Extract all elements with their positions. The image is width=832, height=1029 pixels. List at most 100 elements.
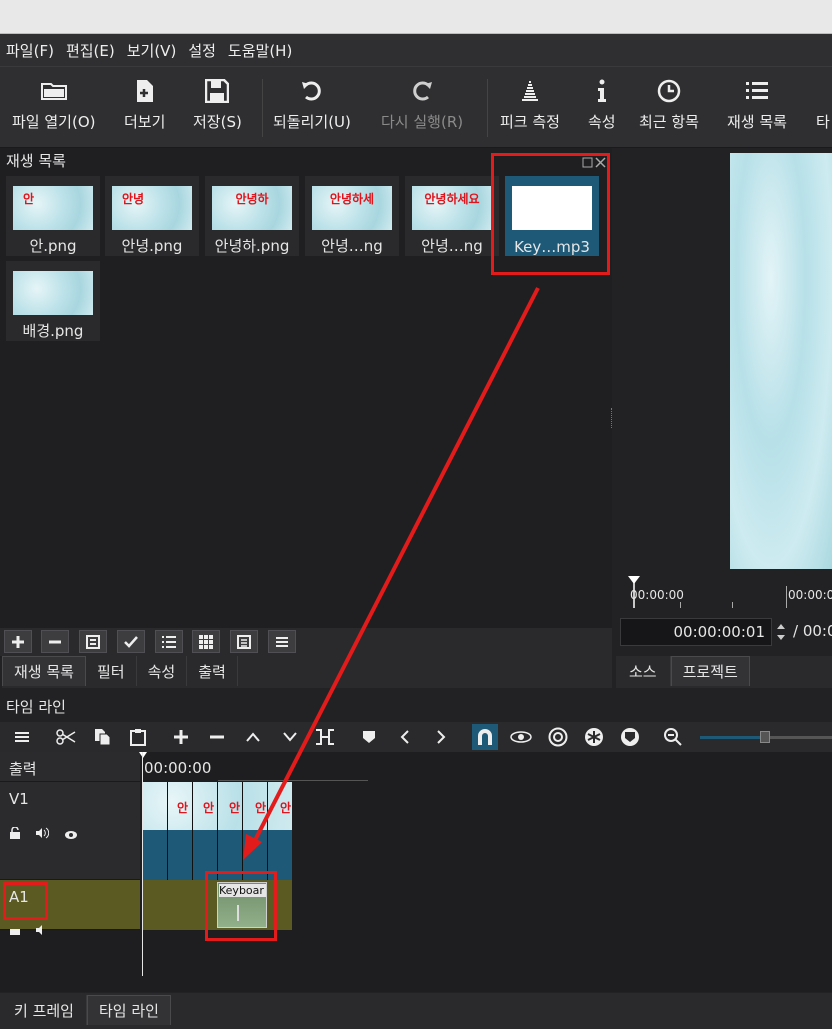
folder-icon	[40, 75, 67, 107]
menu-icon[interactable]	[268, 630, 296, 653]
timeline-menu-icon[interactable]	[11, 726, 33, 748]
zoom-slider-handle[interactable]	[760, 731, 770, 743]
save-button[interactable]: 저장(S)	[193, 75, 242, 132]
open-file-button[interactable]: 파일 열기(O)	[12, 75, 95, 132]
mute-icon[interactable]	[35, 824, 50, 843]
window-titlebar	[0, 0, 832, 34]
annotation-box-audio-clip	[205, 871, 277, 941]
playlist-item[interactable]: 안녕하세요 안녕…ng	[405, 176, 499, 256]
menu-bar: 파일(F) 편집(E) 보기(V) 설정 도움말(H)	[0, 34, 832, 66]
add-button[interactable]	[4, 630, 32, 653]
truncated-toolbar-button[interactable]: 타	[816, 75, 830, 132]
tab-filters[interactable]: 필터	[86, 656, 137, 686]
list-icon	[745, 75, 768, 107]
playlist-item[interactable]: 안녕 안녕.png	[105, 176, 199, 256]
playlist-button[interactable]: 재생 목록	[727, 75, 787, 132]
ruler-next-time: 00:00:0	[788, 588, 832, 602]
snap-magnet-icon[interactable]	[472, 724, 498, 750]
undo-icon	[301, 75, 323, 107]
viewer-ruler[interactable]: 00:00:00 00:00:0	[620, 576, 832, 608]
timeline-ruler[interactable]: 00:00:00	[139, 752, 832, 782]
zoom-slider[interactable]	[700, 731, 832, 743]
zoom-out-icon[interactable]	[662, 726, 684, 748]
timeline-title: 타임 라인	[6, 698, 66, 716]
split-icon[interactable]	[314, 726, 336, 748]
playlist-toolbar	[0, 628, 612, 656]
annotation-box-a1	[3, 882, 48, 920]
more-button[interactable]: 더보기	[124, 75, 165, 132]
menu-view[interactable]: 보기(V)	[127, 40, 177, 61]
video-clips[interactable]: 안 안 안 안 안	[142, 782, 292, 880]
menu-edit[interactable]: 편집(E)	[66, 40, 115, 61]
playlist-item[interactable]: 안녕하세 안녕…ng	[305, 176, 399, 256]
redo-button[interactable]: 다시 실행(R)	[381, 75, 463, 132]
playhead[interactable]	[142, 752, 143, 976]
overwrite-icon[interactable]	[279, 726, 301, 748]
clock-icon	[657, 75, 681, 107]
preview-image	[730, 153, 832, 569]
timeline-toolbar	[0, 722, 832, 752]
properties-button[interactable]: 속성	[588, 75, 616, 132]
next-marker-icon[interactable]	[430, 726, 452, 748]
ruler-start-time: 00:00:00	[630, 588, 684, 602]
thumbnail: 안녕하세	[312, 186, 392, 230]
cut-icon[interactable]	[55, 726, 77, 748]
meter-icon	[520, 75, 540, 107]
v1-track-header[interactable]: V1	[0, 782, 140, 880]
v1-track: 안 안 안 안 안	[142, 782, 832, 880]
previous-marker-icon[interactable]	[394, 726, 416, 748]
timecode-stepper[interactable]	[774, 620, 788, 644]
bottom-tabs: 키 프레임 타임 라인	[0, 993, 832, 1029]
ripple-all-icon[interactable]	[583, 726, 605, 748]
playlist-title: 재생 목록	[6, 152, 66, 170]
annotation-box-playlist-item	[491, 153, 610, 275]
timecode-field[interactable]: 00:00:00:01	[620, 618, 772, 646]
playlist-item[interactable]: 안 안.png	[6, 176, 100, 256]
remove-button[interactable]	[41, 630, 69, 653]
tab-project[interactable]: 프로젝트	[670, 656, 750, 686]
redo-icon	[411, 75, 433, 107]
menu-file[interactable]: 파일(F)	[6, 40, 54, 61]
tab-playlist[interactable]: 재생 목록	[2, 656, 86, 686]
thumbnail: 안	[13, 186, 93, 230]
lift-icon[interactable]	[242, 726, 264, 748]
eye-icon[interactable]	[64, 825, 78, 844]
details-view-icon[interactable]	[155, 630, 183, 653]
append-icon[interactable]	[170, 726, 192, 748]
save-icon	[205, 75, 230, 107]
add-file-icon	[134, 75, 156, 107]
mute-icon[interactable]	[35, 920, 49, 939]
check-icon[interactable]	[117, 630, 145, 653]
ripple-icon[interactable]	[547, 726, 569, 748]
paste-icon[interactable]	[127, 726, 149, 748]
tab-source[interactable]: 소스	[616, 656, 671, 686]
recent-button[interactable]: 최근 항목	[639, 75, 699, 132]
lock-icon[interactable]	[9, 920, 21, 939]
tiles-view-icon[interactable]	[230, 630, 258, 653]
remove-clip-icon[interactable]	[206, 726, 228, 748]
viewer-tabs: 소스 프로젝트	[616, 656, 832, 688]
timeline-area: 출력 V1 A1 00:00:00 안 안 안 안 안 Keyboar	[0, 752, 832, 992]
playlist-item[interactable]: 배경.png	[6, 261, 100, 341]
playlist-item[interactable]: 안녕하 안녕하.png	[205, 176, 299, 256]
lock-icon[interactable]	[9, 824, 21, 843]
menu-settings[interactable]: 설정	[188, 40, 216, 61]
marker-icon[interactable]	[358, 726, 380, 748]
thumbnail: 안녕	[112, 186, 192, 230]
thumbnail	[13, 271, 93, 315]
menu-help[interactable]: 도움말(H)	[228, 40, 292, 61]
tab-timeline[interactable]: 타임 라인	[86, 995, 171, 1025]
toolbar-separator	[487, 79, 488, 137]
duration-label: / 00:0	[793, 622, 832, 640]
tab-properties[interactable]: 속성	[137, 656, 188, 686]
tab-keyframes[interactable]: 키 프레임	[2, 995, 87, 1025]
ripple-markers-icon[interactable]	[619, 726, 641, 748]
scrub-eye-icon[interactable]	[510, 726, 532, 748]
output-track-header: 출력	[0, 752, 140, 782]
copy-icon[interactable]	[91, 726, 113, 748]
peak-meter-button[interactable]: 피크 측정	[500, 75, 560, 132]
tab-export[interactable]: 출력	[187, 656, 238, 686]
undo-button[interactable]: 되돌리기(U)	[273, 75, 351, 132]
update-icon[interactable]	[79, 630, 107, 653]
grid-view-icon[interactable]	[192, 630, 220, 653]
